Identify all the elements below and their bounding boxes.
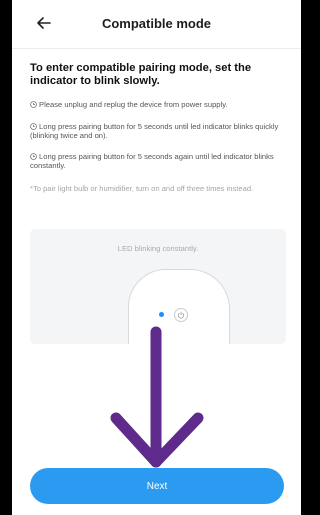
clock-icon bbox=[30, 153, 37, 160]
instruction-heading: To enter compatible pairing mode, set th… bbox=[30, 62, 252, 87]
next-button[interactable]: Next bbox=[30, 468, 284, 504]
step-text: Please unplug and replug the device from… bbox=[39, 100, 228, 109]
led-indicator bbox=[159, 312, 164, 317]
power-icon bbox=[177, 311, 185, 319]
device-illustration: LED blinking constantly. bbox=[30, 229, 286, 344]
step-text: Long press pairing button for 5 seconds … bbox=[30, 152, 274, 171]
illustration-caption: LED blinking constantly. bbox=[117, 244, 199, 253]
instruction-step: Long press pairing button for 5 seconds … bbox=[30, 122, 286, 141]
instruction-step: Long press pairing button for 5 seconds … bbox=[30, 152, 286, 171]
top-bar: Compatible mode bbox=[12, 0, 301, 49]
pairing-note: *To pair light bulb or humidifier, turn … bbox=[30, 184, 254, 193]
page-title: Compatible mode bbox=[101, 16, 212, 31]
pairing-button-icon bbox=[174, 308, 188, 322]
instruction-step: Please unplug and replug the device from… bbox=[30, 100, 286, 109]
device-image bbox=[128, 269, 230, 344]
step-text: Long press pairing button for 5 seconds … bbox=[30, 122, 279, 141]
clock-icon bbox=[30, 123, 37, 130]
app-screen: Compatible mode To enter compatible pair… bbox=[12, 0, 301, 515]
clock-icon bbox=[30, 101, 37, 108]
